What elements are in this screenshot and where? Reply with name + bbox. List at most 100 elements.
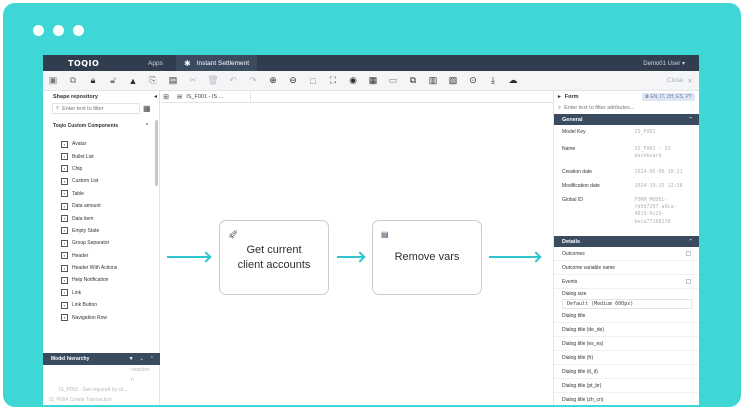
unlock-icon[interactable]: 🔓︎	[103, 71, 123, 91]
apps-menu[interactable]: Apps	[148, 60, 176, 67]
user-menu[interactable]: Demo01 User ▾	[643, 60, 685, 67]
inspect-icon[interactable]: ⊙	[463, 71, 483, 91]
app-tab[interactable]: ✱ Instant Settlement	[176, 55, 258, 71]
expand-icon[interactable]: ▸	[558, 94, 561, 100]
detail-row[interactable]: Events	[554, 275, 699, 289]
close-button[interactable]: Close ✕	[667, 77, 693, 85]
zoom-in-icon[interactable]: ⊕	[263, 71, 283, 91]
detail-label: Dialog title (fr)	[562, 354, 594, 361]
canvas-tab[interactable]: ▤ IS_F001 - IS ...	[171, 90, 251, 103]
component-item[interactable]: ▪ Link	[61, 287, 151, 299]
component-item[interactable]: ▪ Chip	[61, 163, 151, 175]
search-placeholder: Enter text to filter	[62, 105, 104, 112]
property-row[interactable]: Name IS_F001 - IS dashboard	[554, 142, 699, 165]
details-section-header[interactable]: Details ⌃	[554, 236, 699, 247]
preview-eye-icon[interactable]: ◉	[343, 71, 363, 91]
form-icon[interactable]: ▥	[423, 71, 443, 91]
window-dot[interactable]	[53, 25, 64, 36]
collapse-left-icon[interactable]: ◂	[154, 93, 157, 100]
language-selector[interactable]: 🌐︎ EN, IT, ZH, ES, PT	[641, 92, 695, 101]
chevron-up-icon[interactable]: ⌃	[150, 356, 154, 362]
detail-row[interactable]: Outcome variable name	[554, 261, 699, 275]
property-row[interactable]: Model Key IS_F001	[554, 125, 699, 142]
component-item[interactable]: ▪ Custom List	[61, 175, 151, 187]
flow-node-get-accounts[interactable]: 🚀︎ Get current client accounts	[219, 220, 329, 295]
detail-row[interactable]: Outcomes	[554, 247, 699, 261]
window-controls	[33, 25, 84, 36]
zoom-fit-icon[interactable]: ⛶	[323, 71, 343, 91]
hierarchy-item[interactable]: n	[43, 375, 160, 385]
detail-label: Dialog title (de_de)	[562, 326, 604, 333]
hierarchy-item[interactable]: IS_P004 Create Transaction	[43, 395, 160, 405]
property-row[interactable]: Global ID FORM_MODEL- fd5d7297-a9ca- 4819…	[554, 193, 699, 236]
warning-icon[interactable]: ▲	[123, 71, 143, 91]
flow-arrow[interactable]	[337, 256, 363, 258]
cloud-upload-icon[interactable]: ☁	[503, 71, 523, 91]
attribute-search-input[interactable]: ⌕ Enter text to filter attributes...	[554, 102, 699, 114]
general-section-header[interactable]: General ⌃	[554, 114, 699, 125]
model-hierarchy-header[interactable]: Model hierarchy ▼ ⌄ ⌃	[43, 353, 160, 365]
component-item[interactable]: ▪ Link Button	[61, 299, 151, 311]
detail-row[interactable]: Dialog title (pt_br)	[554, 379, 699, 393]
paste-icon[interactable]: ▤	[163, 71, 183, 91]
component-item[interactable]: ▪ Navigation Row	[61, 311, 151, 323]
dialog-size-select[interactable]: Default (Medium 600px)	[562, 299, 692, 309]
detail-row[interactable]: Dialog title (fr)	[554, 351, 699, 365]
component-item[interactable]: ▪ Table	[61, 188, 151, 200]
flow-node-remove-vars[interactable]: ▤ Remove vars	[372, 220, 482, 295]
save-icon[interactable]: ▣	[43, 71, 63, 91]
grid-icon[interactable]: ▦	[363, 71, 383, 91]
detail-label: Dialog title (pt_br)	[562, 382, 602, 389]
detail-row[interactable]: Dialog title	[554, 309, 699, 323]
scrollbar[interactable]	[155, 120, 158, 186]
window-dot[interactable]	[73, 25, 84, 36]
edit-box-icon[interactable]	[686, 251, 691, 256]
add-tab-icon[interactable]: ⊞	[161, 93, 171, 101]
edit-box-icon[interactable]	[686, 279, 691, 284]
component-item[interactable]: ▪ Help Notification	[61, 274, 151, 286]
filter-icon[interactable]: ▼	[129, 356, 134, 362]
property-row[interactable]: Modification date 2024-10-25 12:58	[554, 179, 699, 193]
detail-row[interactable]: Dialog title (de_de)	[554, 323, 699, 337]
duplicate-icon[interactable]: ⧉	[403, 71, 423, 91]
component-group-header[interactable]: Toqio Custom Components ⌃	[43, 120, 159, 131]
shape-search-input[interactable]: ⌕ Enter text to filter	[52, 103, 140, 114]
component-label: Header	[72, 252, 89, 259]
chevron-down-icon[interactable]: ⌄	[140, 356, 144, 362]
window-dot[interactable]	[33, 25, 44, 36]
undo-icon[interactable]: ↶	[223, 71, 243, 91]
delete-icon[interactable]: 🗑︎	[203, 71, 223, 91]
grid-view-icon[interactable]: ▦	[143, 104, 151, 113]
detail-row[interactable]: Dialog size	[554, 289, 699, 299]
component-item[interactable]: ▪ Data item	[61, 212, 151, 224]
zoom-out-icon[interactable]: ⊖	[283, 71, 303, 91]
flow-arrow[interactable]	[167, 256, 209, 258]
lock-icon[interactable]: 🔒︎	[83, 71, 103, 91]
component-item[interactable]: ▪ Header With Actions	[61, 262, 151, 274]
component-item[interactable]: ▪ Avatar	[61, 138, 151, 150]
copy-icon[interactable]: ⎘	[143, 71, 163, 91]
flow-arrow[interactable]	[489, 256, 539, 258]
detail-row[interactable]: Dialog title (it_it)	[554, 365, 699, 379]
book-icon[interactable]: ▧	[443, 71, 463, 91]
component-item[interactable]: ▪ Empty State	[61, 225, 151, 237]
hierarchy-item[interactable]: IS_P002 - Get required by cli...	[43, 385, 160, 395]
save-close-icon[interactable]: ⧉	[63, 71, 83, 91]
zoom-actual-icon[interactable]: □	[303, 71, 323, 91]
component-label: Link Button	[72, 302, 98, 309]
component-item[interactable]: ▪ Header	[61, 250, 151, 262]
hierarchy-item[interactable]: nsaction	[43, 365, 160, 375]
detail-row[interactable]: Dialog title (es_es)	[554, 337, 699, 351]
component-item[interactable]: ▪ Bullet List	[61, 150, 151, 162]
component-item[interactable]: ▪ Data amount	[61, 200, 151, 212]
component-item[interactable]: ▪ Group Separator	[61, 237, 151, 249]
group-separator-icon: ▪	[61, 239, 68, 247]
data-amount-icon: ▪	[61, 202, 68, 210]
redo-icon[interactable]: ↷	[243, 71, 263, 91]
property-row[interactable]: Creation date 2024-05-06 10:21	[554, 165, 699, 179]
comment-icon[interactable]: ▭	[383, 71, 403, 91]
cut-icon[interactable]: ✂	[183, 71, 203, 91]
detail-row[interactable]: Dialog title (zh_cn)	[554, 393, 699, 405]
download-icon[interactable]: ⤓	[483, 71, 503, 91]
property-value: 2024-10-25 12:58	[634, 183, 683, 189]
